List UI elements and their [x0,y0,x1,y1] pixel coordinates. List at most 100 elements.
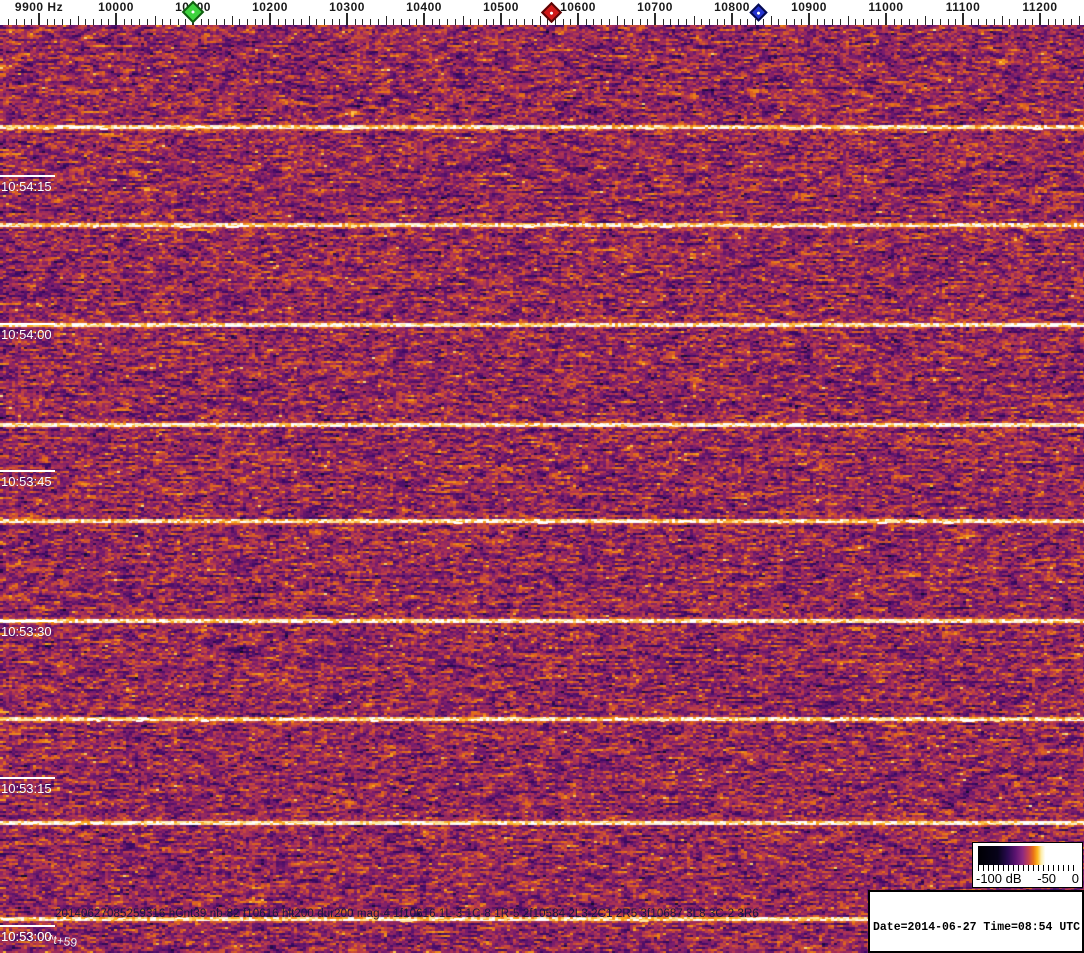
freq-tick [840,19,841,25]
freq-tick [38,13,40,25]
freq-tick [393,19,394,25]
freq-tick [524,19,525,25]
freq-tick [301,19,302,25]
freq-tick-label: 10800 [714,0,750,14]
freq-tick [871,19,872,25]
freq-tick [239,19,240,25]
freq-tick [994,19,995,25]
freq-tick [201,19,202,25]
freq-tick [70,19,71,25]
freq-tick [724,19,725,25]
freq-tick [1017,19,1018,25]
colorbar-label-mid: -50 [1037,871,1056,886]
freq-tick [717,19,718,25]
freq-tick [115,13,117,25]
freq-tick [670,19,671,25]
freq-tick [378,19,379,25]
freq-tick [654,13,656,25]
freq-tick [16,19,17,25]
freq-tick [855,19,856,25]
freq-tick [509,19,510,25]
colorbar-legend: -100 dB -50 0 [972,842,1083,888]
time-label: 10:53:15 [1,781,52,796]
freq-tick [131,19,132,25]
freq-tick-label: 11200 [1022,0,1057,14]
freq-tick [416,19,417,25]
freq-tick [808,13,810,25]
time-tick-line [0,777,55,779]
freq-tick [801,19,802,25]
freq-tick [563,19,564,25]
colorbar-gradient [978,846,1077,865]
freq-tick-label: 10000 [98,0,134,14]
freq-tick [1009,19,1010,25]
freq-tick-label: 10200 [252,0,288,14]
freq-tick [463,16,464,25]
freq-tick [1079,16,1080,25]
freq-tick [932,19,933,25]
spectrogram-canvas [0,25,1084,953]
freq-tick [555,19,556,25]
freq-tick [101,19,102,25]
time-tick-line [0,175,55,177]
freq-tick [62,19,63,25]
freq-tick [617,16,618,25]
freq-tick [85,19,86,25]
freq-tick [54,19,55,25]
freq-tick [747,19,748,25]
freq-tick [1048,19,1049,25]
freq-tick [439,19,440,25]
freq-tick [285,19,286,25]
freq-tick [1071,19,1072,25]
frequency-axis: 9900 Hz100001010010200103001040010500106… [0,0,1084,25]
colorbar-label-max: 0 [1072,871,1079,886]
time-label: 10:53:45 [1,474,52,489]
freq-tick [31,19,32,25]
freq-tick [278,19,279,25]
freq-tick [478,19,479,25]
time-tick-line [0,470,55,472]
freq-tick [955,19,956,25]
freq-tick [78,16,79,25]
freq-tick [1039,13,1041,25]
freq-tick [247,19,248,25]
freq-tick [731,13,733,25]
freq-tick [848,16,849,25]
freq-tick [269,13,271,25]
freq-tick [532,19,533,25]
freq-tick [763,19,764,25]
info-date-time: Date=2014-06-27 Time=08:54 UTC [873,921,1079,935]
colorbar-labels: -100 dB -50 0 [976,871,1079,886]
freq-tick [332,19,333,25]
freq-tick [447,19,448,25]
freq-tick [224,19,225,25]
freq-tick [901,19,902,25]
freq-tick [663,19,664,25]
freq-tick-label: 10700 [637,0,673,14]
freq-tick [948,19,949,25]
freq-tick [624,19,625,25]
freq-tick [678,19,679,25]
marker-center-dot [191,10,195,14]
freq-tick [632,19,633,25]
freq-tick [694,16,695,25]
freq-tick-label: 10300 [329,0,365,14]
freq-tick [470,19,471,25]
freq-tick [316,19,317,25]
freq-tick [493,19,494,25]
freq-tick [817,19,818,25]
freq-tick [346,13,348,25]
marker-red-diamond-icon[interactable] [540,1,561,22]
freq-tick [540,16,541,25]
freq-tick [824,19,825,25]
freq-tick [216,19,217,25]
freq-tick [370,19,371,25]
freq-tick [686,19,687,25]
freq-tick [155,16,156,25]
freq-tick [577,13,579,25]
marker-blue-diamond-icon[interactable] [750,3,768,21]
colorbar-label-min: -100 dB [976,871,1022,886]
freq-tick-label: 10600 [560,0,596,14]
freq-tick-label: 11000 [868,0,903,14]
freq-tick [1032,19,1033,25]
